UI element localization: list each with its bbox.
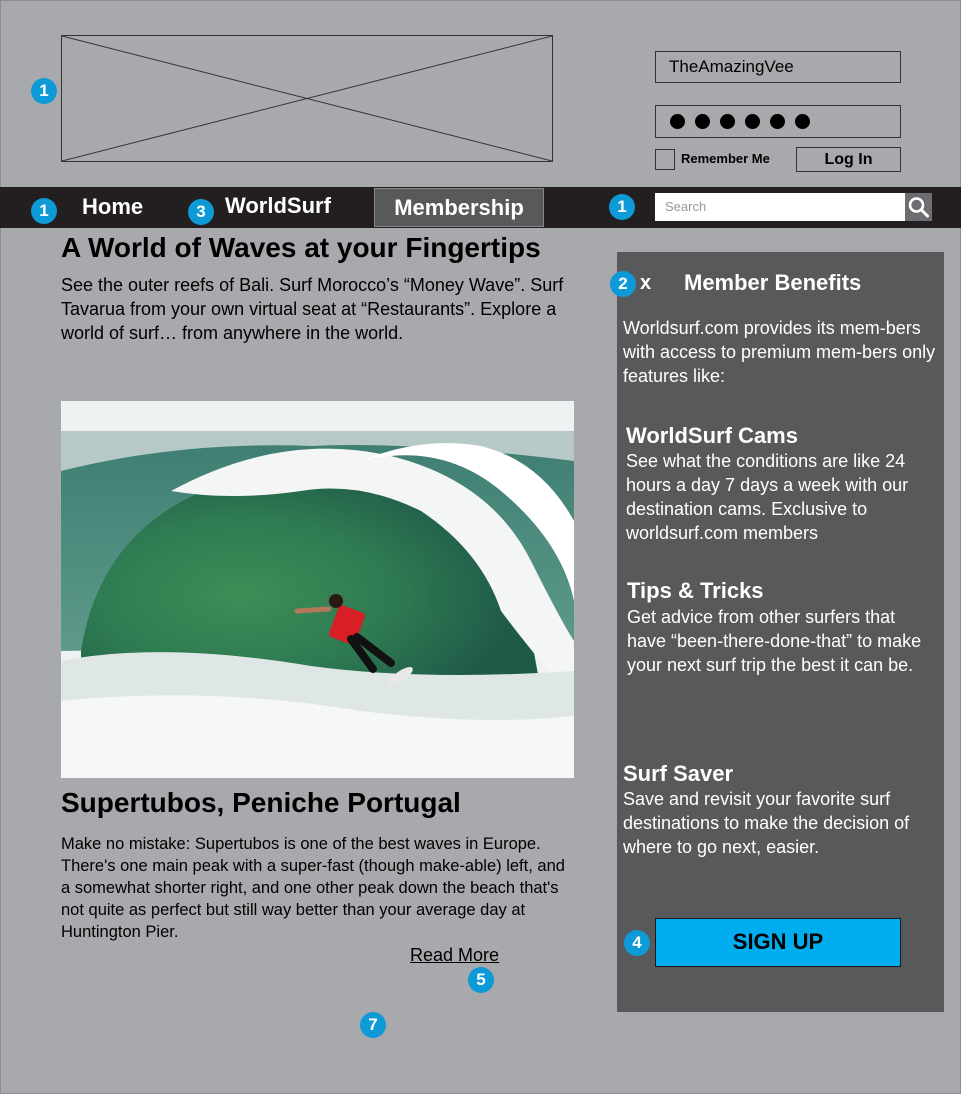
feature-title-cams: WorldSurf Cams bbox=[626, 423, 798, 448]
page-headline: A World of Waves at your Fingertips bbox=[61, 232, 541, 263]
annotation-badge-read-more: 5 bbox=[468, 967, 494, 993]
password-dot bbox=[795, 114, 810, 129]
annotation-badge-close: 2 bbox=[610, 271, 636, 297]
search-button[interactable] bbox=[905, 193, 932, 221]
article-title: Supertubos, Peniche Portugal bbox=[61, 787, 461, 818]
remember-me-label: Remember Me bbox=[681, 151, 770, 166]
article-body: Make no mistake: Supertubos is one of th… bbox=[61, 835, 565, 941]
close-icon[interactable]: x bbox=[640, 272, 651, 295]
nav-item-worldsurf[interactable]: WorldSurf bbox=[225, 186, 331, 227]
search-icon bbox=[908, 197, 929, 218]
annotation-badge-logo: 1 bbox=[31, 78, 57, 104]
remember-me-checkbox[interactable] bbox=[655, 149, 675, 170]
nav-item-home[interactable]: Home bbox=[82, 187, 143, 228]
intro-text: See the outer reefs of Bali. Surf Morocc… bbox=[61, 275, 564, 343]
feature-text-cams: See what the conditions are like 24 hour… bbox=[626, 451, 909, 543]
surf-photo-image bbox=[61, 401, 574, 778]
annotation-badge-worldsurf: 3 bbox=[188, 199, 214, 225]
password-input[interactable] bbox=[655, 105, 901, 138]
annotation-badge-home: 1 bbox=[31, 198, 57, 224]
sidebar-intro: Worldsurf.com provides its mem-bers with… bbox=[623, 318, 936, 386]
annotation-badge-page-bottom: 7 bbox=[360, 1012, 386, 1038]
image-placeholder-icon bbox=[62, 36, 552, 161]
annotation-badge-search: 1 bbox=[609, 194, 635, 220]
feature-title-saver: Surf Saver bbox=[623, 761, 734, 786]
search-input[interactable]: Search bbox=[655, 193, 905, 221]
password-dot bbox=[695, 114, 710, 129]
feature-text-tips: Get advice from other surfers that have … bbox=[627, 607, 922, 675]
password-dot bbox=[720, 114, 735, 129]
password-dot bbox=[770, 114, 785, 129]
feature-text-saver: Save and revisit your favorite surf dest… bbox=[623, 789, 910, 857]
password-dot bbox=[745, 114, 760, 129]
surf-photo bbox=[61, 401, 574, 778]
sidebar-title: Member Benefits bbox=[684, 270, 862, 295]
password-dot bbox=[670, 114, 685, 129]
username-input[interactable]: TheAmazingVee bbox=[655, 51, 901, 83]
login-button[interactable]: Log In bbox=[796, 147, 901, 172]
nav-item-membership[interactable]: Membership bbox=[374, 188, 544, 227]
logo-placeholder[interactable] bbox=[61, 35, 553, 162]
annotation-badge-signup: 4 bbox=[624, 930, 650, 956]
sign-up-button[interactable]: SIGN UP bbox=[655, 918, 901, 967]
read-more-link[interactable]: Read More bbox=[410, 945, 499, 966]
feature-title-tips: Tips & Tricks bbox=[627, 578, 764, 603]
